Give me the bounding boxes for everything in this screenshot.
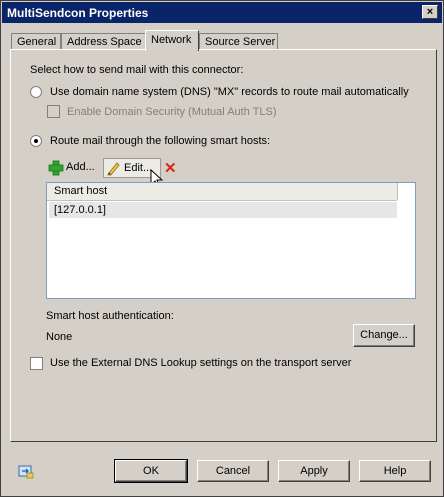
cancel-button[interactable]: Cancel [197, 460, 269, 482]
domain-security-checkbox[interactable] [47, 105, 60, 118]
edit-label: Edit... [124, 162, 153, 174]
tab-source-server[interactable]: Source Server [199, 33, 278, 50]
title-bar[interactable]: MultiSendcon Properties × [2, 2, 442, 23]
properties-dialog: MultiSendcon Properties × General Addres… [0, 0, 444, 497]
tab-label: General [17, 36, 57, 48]
add-label: Add... [66, 161, 95, 173]
auth-label: Smart host authentication: [46, 310, 174, 322]
tab-label: Network [151, 34, 192, 46]
window-title: MultiSendcon Properties [7, 6, 149, 20]
dns-option-label[interactable]: Use domain name system (DNS) "MX" record… [50, 86, 409, 98]
remove-icon[interactable]: ✕ [164, 159, 177, 177]
ok-button[interactable]: OK [114, 459, 188, 483]
help-button[interactable]: Help [359, 460, 431, 482]
smart-host-value: [127.0.0.1] [54, 204, 106, 216]
tab-general[interactable]: General [11, 33, 61, 50]
smart-host-list[interactable]: Smart host [127.0.0.1] [46, 182, 416, 299]
change-button[interactable]: Change... [353, 324, 415, 347]
external-dns-checkbox[interactable] [30, 357, 43, 370]
column-header-smart-host: Smart host [54, 185, 108, 197]
tab-label: Address Space [67, 36, 142, 48]
dns-radio[interactable] [30, 86, 42, 98]
list-column-header[interactable]: Smart host [47, 183, 397, 201]
pencil-icon [107, 162, 120, 176]
tab-network[interactable]: Network [145, 30, 199, 51]
smarthost-option-label[interactable]: Route mail through the following smart h… [50, 135, 270, 147]
add-icon [48, 160, 64, 176]
instruction-text: Select how to send mail with this connec… [30, 64, 244, 76]
add-button[interactable]: Add... [46, 158, 101, 178]
connector-icon [18, 465, 34, 479]
external-dns-label[interactable]: Use the External DNS Lookup settings on … [50, 357, 351, 369]
auth-value: None [46, 331, 73, 343]
tab-label: Source Server [205, 36, 276, 48]
apply-button[interactable]: Apply [278, 460, 350, 482]
smarthost-radio[interactable] [30, 135, 42, 147]
domain-security-label: Enable Domain Security (Mutual Auth TLS) [67, 106, 277, 118]
tab-address-space[interactable]: Address Space [61, 33, 146, 50]
header-divider [397, 183, 398, 200]
close-button[interactable]: × [422, 5, 438, 19]
list-item[interactable]: [127.0.0.1] [49, 202, 397, 218]
